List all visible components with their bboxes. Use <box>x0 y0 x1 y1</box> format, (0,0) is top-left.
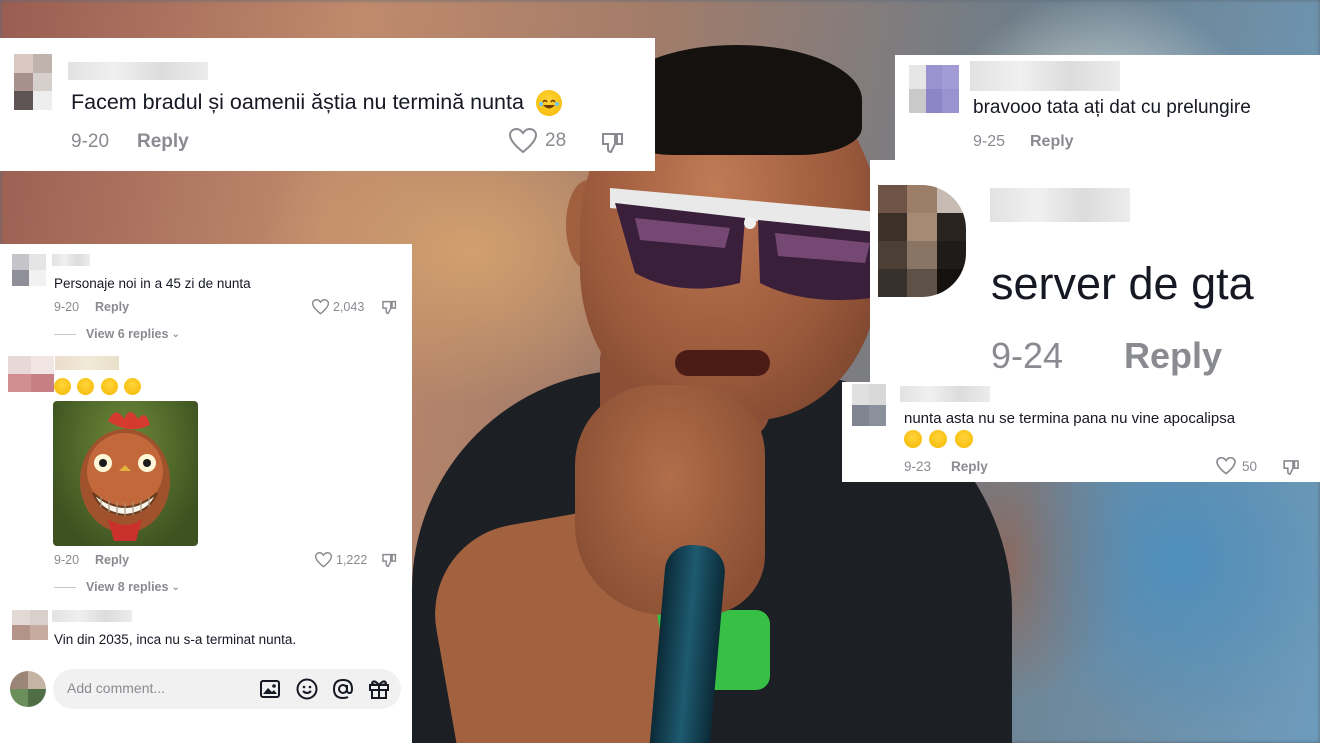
comment-text: server de gta <box>991 258 1254 309</box>
laughing-emoji-icon <box>54 378 71 396</box>
heart-icon <box>315 552 332 568</box>
comment-date: 9-25 <box>973 133 1006 150</box>
heart-icon <box>1216 457 1236 475</box>
comment-panel: Personaje noi in a 45 zi de nunta 9-20 R… <box>0 244 412 743</box>
reply-button[interactable]: Reply <box>137 131 189 153</box>
comment-date: 9-20 <box>54 553 80 567</box>
heart-icon <box>509 128 537 154</box>
comment-text-content: Facem bradul și oamenii ăștia nu termină… <box>71 90 524 114</box>
reply-button[interactable]: Reply <box>95 553 129 567</box>
username-blurred <box>55 356 119 370</box>
comment-text: nunta asta nu se termina pana nu vine ap… <box>904 410 1236 427</box>
rofl-emoji-icon <box>954 430 973 448</box>
reply-button[interactable]: Reply <box>1030 133 1074 151</box>
chicken-meme-image[interactable] <box>53 401 198 546</box>
add-comment-placeholder: Add comment... <box>67 680 166 696</box>
comment-text: bravooo tata ați dat cu prelungire <box>973 97 1251 118</box>
avatar <box>12 254 46 286</box>
dislike-icon[interactable] <box>381 299 398 316</box>
laughing-emoji-icon <box>100 378 118 396</box>
username-blurred <box>52 254 90 266</box>
reply-button[interactable]: Reply <box>95 300 129 314</box>
comment-date: 9-23 <box>904 459 932 474</box>
comment-card: bravooo tata ați dat cu prelungire 9-25 … <box>895 55 1320 160</box>
like-count: 1,222 <box>336 553 368 567</box>
avatar <box>909 65 959 113</box>
emoji-row <box>904 430 973 448</box>
comment-date: 9-20 <box>71 131 110 152</box>
username-blurred <box>990 188 1130 222</box>
add-comment-input[interactable]: Add comment... <box>53 669 401 709</box>
reply-button[interactable]: Reply <box>1124 335 1222 377</box>
username-blurred <box>900 386 990 402</box>
view-replies-label: View 6 replies <box>86 327 169 341</box>
comment-date: 9-24 <box>991 335 1064 376</box>
emoji-row <box>54 378 142 396</box>
mention-icon[interactable] <box>331 677 355 701</box>
username-blurred <box>52 610 132 622</box>
image-icon[interactable] <box>258 677 282 701</box>
laughing-emoji-icon <box>535 90 562 117</box>
dislike-icon[interactable] <box>1282 458 1301 477</box>
laughing-emoji-icon <box>124 378 142 396</box>
avatar <box>14 54 52 110</box>
laughing-emoji-icon <box>77 378 95 396</box>
view-replies-button[interactable]: View 6 replies ⌄ <box>54 327 180 341</box>
avatar <box>878 185 966 297</box>
comment-text: Vin din 2035, inca nu s-a terminat nunta… <box>54 632 297 647</box>
avatar <box>8 356 54 392</box>
comment-text: Facem bradul și oamenii ăștia nu termină… <box>71 90 562 117</box>
reply-button[interactable]: Reply <box>951 459 988 474</box>
view-replies-button[interactable]: View 8 replies ⌄ <box>54 580 180 594</box>
like-button[interactable]: 50 <box>1216 457 1257 475</box>
rofl-emoji-icon <box>929 430 948 448</box>
heart-icon <box>312 299 329 315</box>
like-count: 28 <box>545 130 567 151</box>
like-count: 50 <box>1242 458 1258 474</box>
gift-icon[interactable] <box>367 677 391 701</box>
view-replies-label: View 8 replies <box>86 580 169 594</box>
like-button[interactable]: 2,043 <box>312 299 364 315</box>
like-count: 2,043 <box>333 300 365 314</box>
comment-card: server de gta 9-24 Reply <box>870 160 1320 395</box>
emoji-icon[interactable] <box>295 677 319 701</box>
current-user-avatar <box>10 671 46 707</box>
like-button[interactable]: 1,222 <box>315 552 367 568</box>
dislike-icon[interactable] <box>381 552 398 569</box>
divider <box>54 586 76 588</box>
avatar <box>852 384 886 426</box>
dislike-icon[interactable] <box>600 130 626 156</box>
divider <box>54 333 76 335</box>
chevron-down-icon: ⌄ <box>171 328 180 340</box>
username-blurred <box>68 62 208 80</box>
comment-text: Personaje noi in a 45 zi de nunta <box>54 276 251 291</box>
username-blurred <box>970 61 1120 91</box>
comment-date: 9-20 <box>54 300 80 314</box>
like-button[interactable]: 28 <box>509 128 566 154</box>
avatar <box>12 610 48 640</box>
chevron-down-icon: ⌄ <box>171 581 180 593</box>
comment-card: Facem bradul și oamenii ăștia nu termină… <box>0 38 655 171</box>
rofl-emoji-icon <box>904 430 922 448</box>
comment-card: nunta asta nu se termina pana nu vine ap… <box>842 382 1320 482</box>
